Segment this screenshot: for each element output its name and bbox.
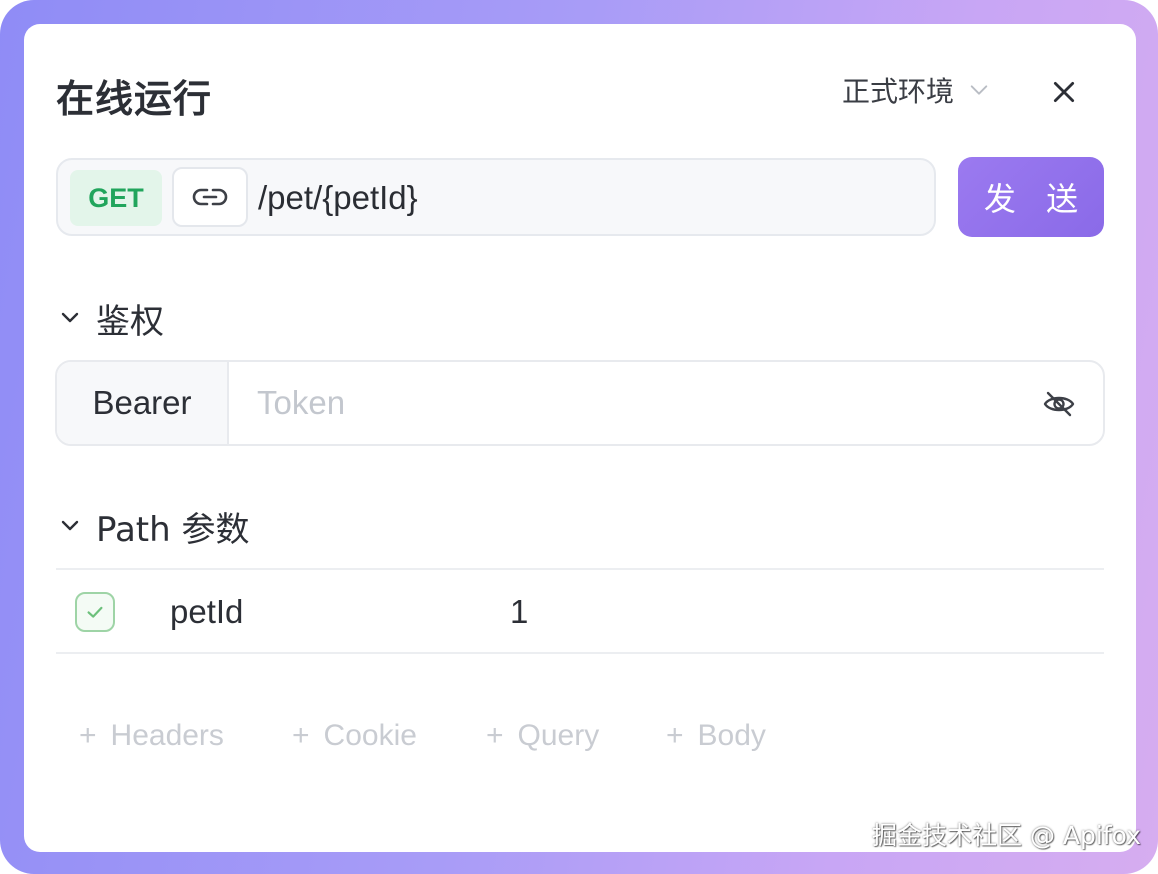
plus-icon: +: [292, 719, 310, 752]
chevron-down-icon: [61, 312, 79, 323]
send-button[interactable]: 发 送: [958, 157, 1104, 237]
divider: [56, 568, 1104, 570]
add-cookie-button[interactable]: + Cookie: [292, 716, 417, 756]
divider: [56, 652, 1104, 654]
plus-icon: +: [79, 719, 97, 752]
run-online-dialog: 在线运行 正式环境 GET /pet/{petId} 发 送 鉴权 Bearer: [24, 24, 1136, 852]
chevron-down-icon: [61, 520, 79, 531]
environment-label: 正式环境: [842, 75, 955, 108]
param-name[interactable]: petId: [170, 592, 243, 632]
request-url-bar: GET /pet/{petId}: [56, 158, 936, 236]
auth-row: Bearer: [55, 360, 1105, 446]
http-method-badge[interactable]: GET: [70, 170, 162, 226]
close-icon: [1053, 81, 1075, 103]
dialog-title: 在线运行: [56, 77, 213, 121]
auth-section-label: 鉴权: [96, 301, 164, 342]
link-icon: [192, 188, 228, 206]
add-query-button[interactable]: + Query: [486, 716, 599, 756]
auth-scheme-label[interactable]: Bearer: [57, 362, 229, 444]
plus-icon: +: [486, 719, 504, 752]
param-enabled-checkbox[interactable]: [75, 592, 115, 632]
environment-select[interactable]: 正式环境: [842, 72, 990, 108]
watermark: 掘金技术社区 @ Apifox: [872, 821, 1141, 850]
token-input[interactable]: [257, 378, 1017, 428]
path-params-section-toggle[interactable]: Path 参数: [58, 504, 250, 550]
check-icon: [87, 606, 103, 618]
eye-off-icon[interactable]: [1041, 386, 1077, 422]
chevron-down-icon: [970, 85, 988, 95]
plus-icon: +: [666, 719, 684, 752]
add-headers-button[interactable]: + Headers: [79, 716, 224, 756]
link-button[interactable]: [172, 167, 248, 227]
add-body-button[interactable]: + Body: [666, 716, 766, 756]
path-params-section-label: Path 参数: [96, 509, 250, 550]
close-button[interactable]: [1046, 74, 1082, 110]
param-value[interactable]: 1: [510, 592, 528, 632]
auth-section-toggle[interactable]: 鉴权: [58, 296, 164, 342]
request-path[interactable]: /pet/{petId}: [258, 176, 418, 220]
